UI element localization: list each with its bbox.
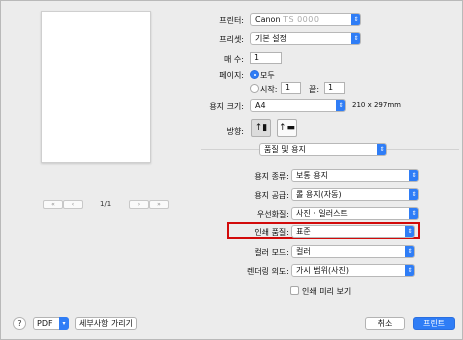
pdf-label: PDF bbox=[37, 319, 53, 328]
pages-all-radio[interactable] bbox=[250, 70, 259, 79]
chevron-updown-icon: ⇕ bbox=[351, 14, 360, 25]
copies-label: 매 수: bbox=[224, 55, 244, 64]
paper-source-popup[interactable]: 롤 용지(자동) ⇕ bbox=[291, 188, 419, 201]
paper-size-popup[interactable]: A4 ⇕ bbox=[250, 99, 346, 112]
printer-popup[interactable]: Canon TS 0000 ⇕ bbox=[250, 13, 361, 26]
orientation-label: 방향: bbox=[226, 127, 244, 136]
paper-source-value: 롤 용지(자동) bbox=[296, 190, 342, 199]
media-type-popup[interactable]: 보통 용지 ⇕ bbox=[291, 169, 419, 182]
help-button[interactable]: ? bbox=[13, 317, 26, 330]
color-mode-value: 컬러 bbox=[296, 247, 311, 256]
portrait-orientation-button[interactable]: ↑▮ bbox=[251, 119, 271, 137]
chevron-updown-icon: ⇕ bbox=[377, 144, 386, 155]
chevron-updown-icon: ⇕ bbox=[405, 226, 414, 237]
print-preview-label: 인쇄 미리 보기 bbox=[302, 287, 352, 296]
paper-source-label: 용지 공급: bbox=[254, 191, 289, 200]
pages-from-label: 시작: bbox=[260, 85, 278, 94]
rendering-intent-popup[interactable]: 가시 범위(사진) ⇕ bbox=[291, 264, 415, 277]
print-dialog: « ‹ 1/1 › » 프린터: Canon TS 0000 ⇕ 프리셋: 기본… bbox=[0, 0, 463, 340]
paper-size-value: A4 bbox=[255, 101, 266, 110]
hide-details-button[interactable]: 세부사항 가리기 bbox=[75, 317, 137, 330]
printer-label: 프린터: bbox=[219, 16, 244, 25]
print-quality-label: 인쇄 품질: bbox=[254, 228, 289, 237]
priority-value: 사진 · 일러스트 bbox=[296, 209, 348, 218]
media-type-value: 보통 용지 bbox=[296, 171, 328, 180]
pages-range-radio[interactable] bbox=[250, 84, 259, 93]
chevron-updown-icon: ⇕ bbox=[405, 246, 414, 257]
page-count: 1/1 bbox=[100, 200, 112, 208]
printer-model: TS 0000 bbox=[283, 15, 320, 24]
paper-size-label: 용지 크기: bbox=[209, 102, 244, 111]
print-quality-value: 표준 bbox=[296, 227, 311, 236]
chevron-updown-icon: ⇕ bbox=[409, 208, 418, 219]
media-type-label: 용지 종류: bbox=[254, 172, 289, 181]
chevron-updown-icon: ⇕ bbox=[405, 265, 414, 276]
paper-dimensions: 210 x 297mm bbox=[352, 101, 401, 109]
print-preview-checkbox[interactable] bbox=[290, 286, 299, 295]
chevron-updown-icon: ⇕ bbox=[336, 100, 345, 111]
printer-name: Canon bbox=[255, 15, 281, 24]
color-mode-label: 컬러 모드: bbox=[254, 248, 289, 257]
chevron-updown-icon: ⇕ bbox=[351, 33, 360, 44]
pages-label: 페이지: bbox=[219, 71, 244, 80]
chevron-updown-icon: ⇕ bbox=[409, 170, 418, 181]
page-preview bbox=[41, 11, 151, 163]
pdf-button[interactable]: PDF ▾ bbox=[33, 317, 69, 330]
section-popup[interactable]: 품질 및 용지 ⇕ bbox=[259, 143, 387, 156]
color-mode-popup[interactable]: 컬러 ⇕ bbox=[291, 245, 415, 258]
priority-popup[interactable]: 사진 · 일러스트 ⇕ bbox=[291, 207, 419, 220]
pages-from-field[interactable]: 1 bbox=[281, 82, 301, 94]
presets-value: 기본 설정 bbox=[255, 34, 287, 43]
first-page-button[interactable]: « bbox=[43, 200, 63, 209]
section-popup-value: 품질 및 용지 bbox=[264, 145, 306, 154]
chevron-updown-icon: ⇕ bbox=[409, 189, 418, 200]
last-page-button[interactable]: » bbox=[149, 200, 169, 209]
print-quality-popup[interactable]: 표준 ⇕ bbox=[291, 225, 415, 238]
copies-field[interactable]: 1 bbox=[250, 52, 282, 64]
rendering-intent-label: 렌더링 의도: bbox=[246, 267, 289, 276]
presets-popup[interactable]: 기본 설정 ⇕ bbox=[250, 32, 361, 45]
chevron-down-icon: ▾ bbox=[59, 317, 69, 330]
rendering-intent-value: 가시 범위(사진) bbox=[296, 266, 349, 275]
print-button[interactable]: 프린트 bbox=[413, 317, 455, 330]
pages-to-field[interactable]: 1 bbox=[324, 82, 345, 94]
priority-label: 우선화질: bbox=[256, 210, 289, 219]
pages-to-label: 끝: bbox=[309, 85, 320, 94]
presets-label: 프리셋: bbox=[219, 35, 244, 44]
landscape-orientation-button[interactable]: ↑▬ bbox=[277, 119, 297, 137]
pages-all-label: 모두 bbox=[260, 71, 275, 80]
next-page-button[interactable]: › bbox=[129, 200, 149, 209]
prev-page-button[interactable]: ‹ bbox=[63, 200, 83, 209]
cancel-button[interactable]: 취소 bbox=[365, 317, 405, 330]
